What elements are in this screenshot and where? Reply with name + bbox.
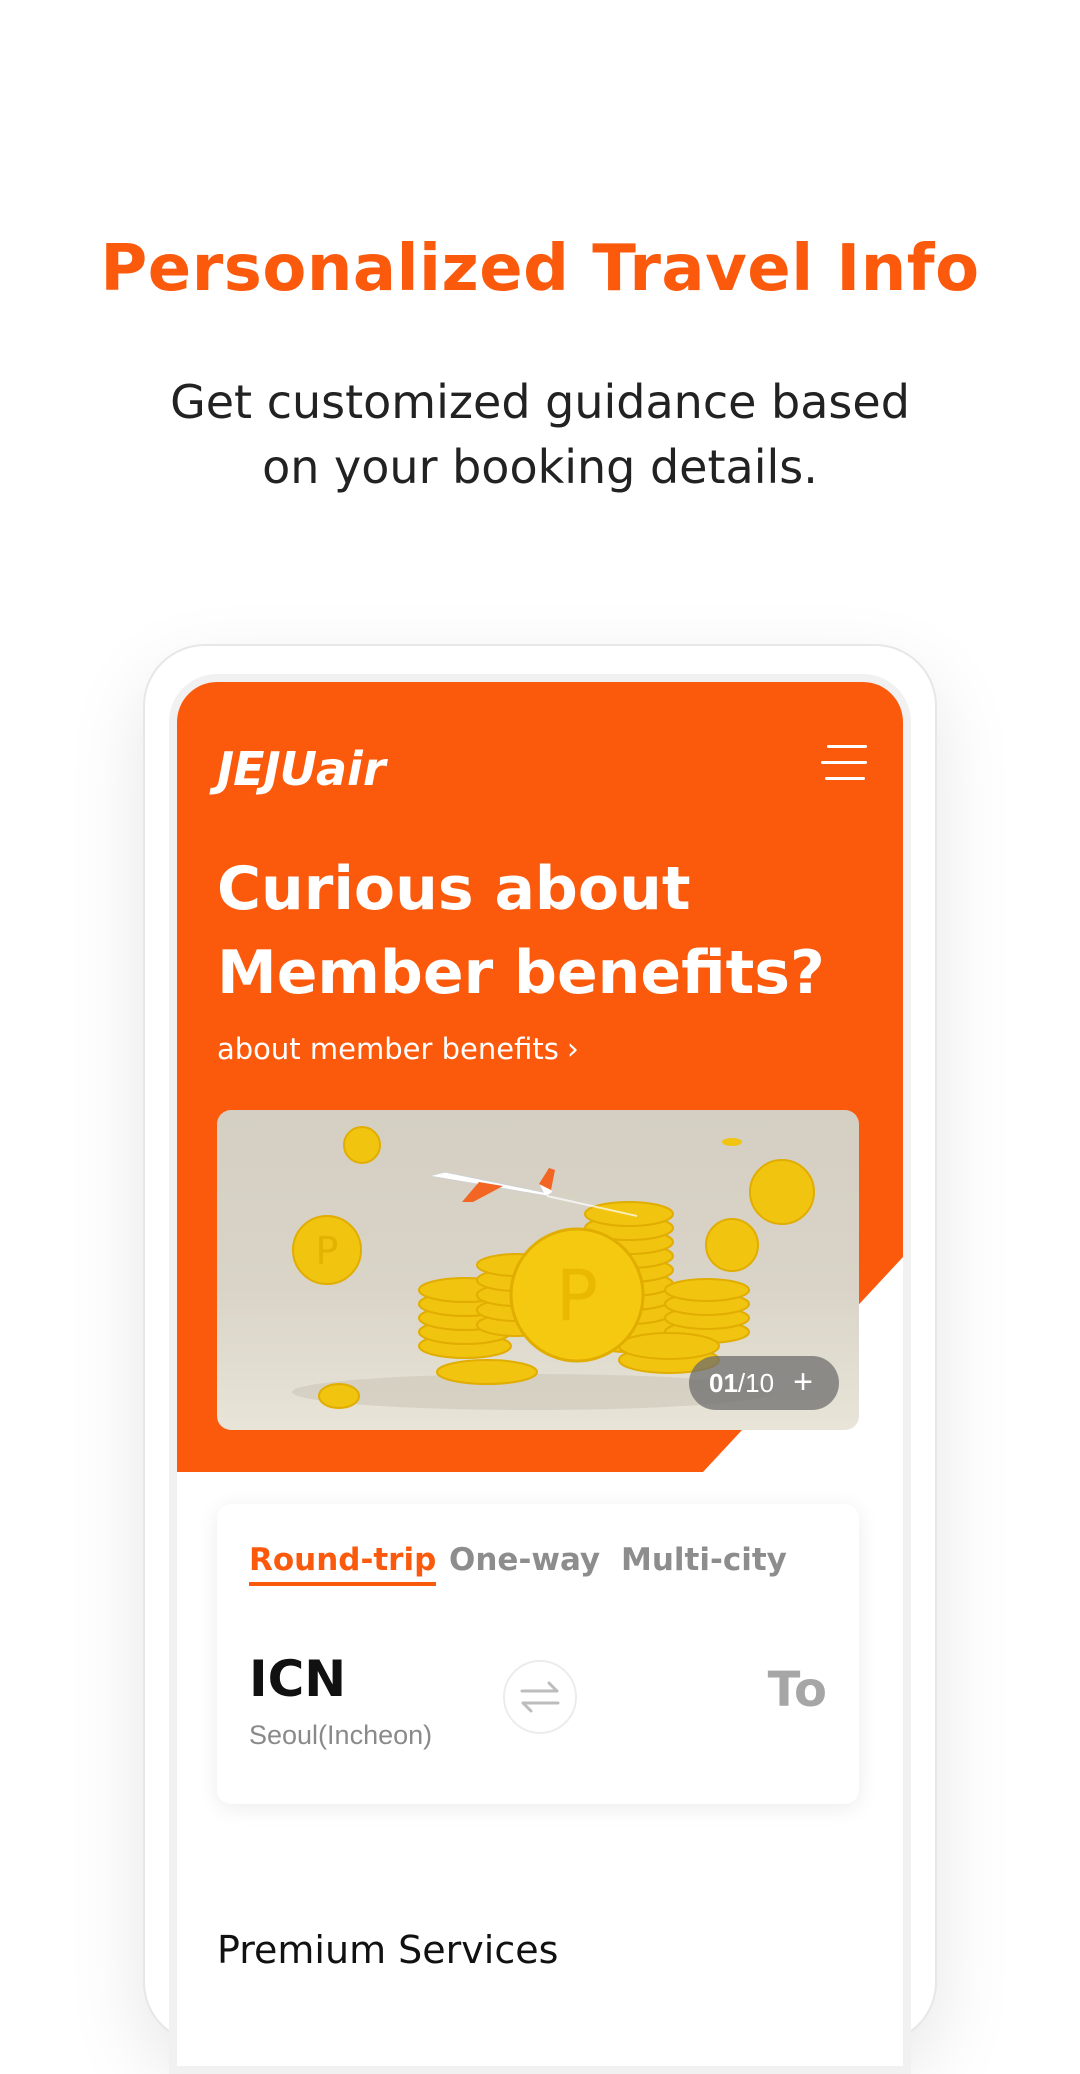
promo-subtitle-line: Get customized guidance based xyxy=(170,375,910,429)
premium-services-title: Premium Services xyxy=(217,1928,559,1972)
swap-route-button[interactable] xyxy=(503,1660,577,1734)
tab-multi-city[interactable]: Multi-city xyxy=(621,1542,787,1578)
hero-heading-line: Member benefits? xyxy=(217,938,825,1008)
logo-suffix: air xyxy=(316,742,386,796)
plus-icon[interactable]: + xyxy=(783,1362,823,1402)
app-screen: JEJUair Curious about Member benefits? a… xyxy=(169,674,911,2074)
promo-banner[interactable]: P P 01/10 + xyxy=(217,1110,859,1430)
chevron-right-icon: › xyxy=(566,1032,579,1067)
promo-subtitle: Get customized guidance based on your bo… xyxy=(0,370,1080,500)
origin-city: Seoul(Incheon) xyxy=(249,1720,433,1750)
destination-selector[interactable]: To xyxy=(768,1662,827,1718)
swap-arrows-icon xyxy=(520,1681,560,1713)
slide-total: /10 xyxy=(737,1367,775,1398)
phone-mockup: JEJUair Curious about Member benefits? a… xyxy=(143,644,937,2074)
flight-search-card: Round-trip One-way Multi-city ICN Seoul(… xyxy=(217,1504,859,1804)
hero-heading: Curious about Member benefits? xyxy=(217,847,825,1015)
svg-text:P: P xyxy=(556,1255,598,1337)
slide-counter: 01/10 + xyxy=(689,1356,839,1410)
slide-current: 01 xyxy=(709,1367,738,1398)
tab-one-way[interactable]: One-way xyxy=(449,1542,600,1578)
logo-text: JEJU xyxy=(217,742,317,796)
tab-round-trip[interactable]: Round-trip xyxy=(249,1542,437,1586)
origin-airport-code[interactable]: ICN xyxy=(249,1650,346,1708)
svg-text:P: P xyxy=(316,1229,339,1273)
promo-title: Personalized Travel Info xyxy=(100,232,980,306)
jejuair-logo: JEJUair xyxy=(217,742,386,796)
member-benefits-link-label: about member benefits xyxy=(217,1032,559,1066)
hero-heading-line: Curious about xyxy=(217,854,691,924)
member-benefits-link[interactable]: about member benefits › xyxy=(217,1032,579,1067)
promo-subtitle-line: on your booking details. xyxy=(262,440,818,494)
hamburger-menu-icon[interactable] xyxy=(819,738,869,788)
